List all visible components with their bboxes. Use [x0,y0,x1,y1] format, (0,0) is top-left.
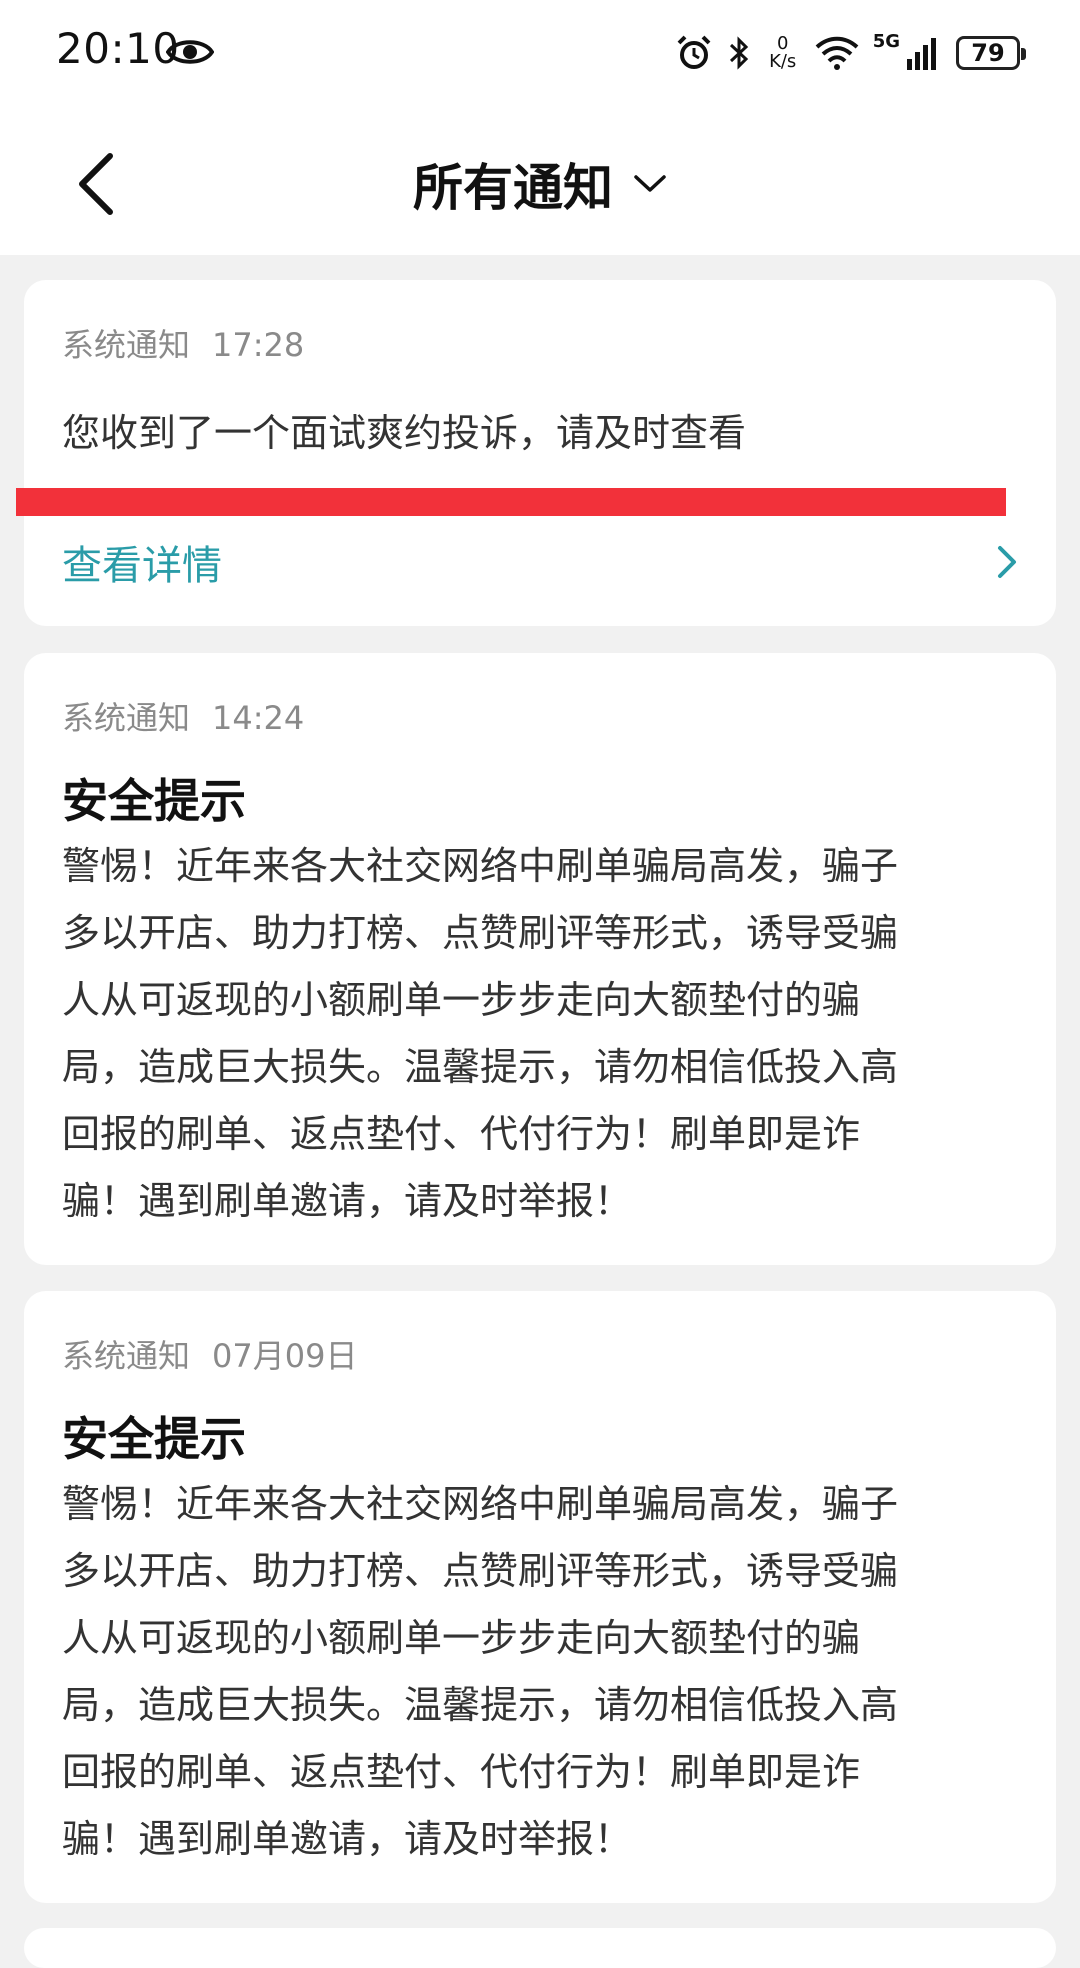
chevron-right-icon [998,546,1016,578]
notification-filter-dropdown[interactable]: 所有通知 [0,148,1080,220]
notification-text: 警惕！近年来各大社交网络中刷单骗局高发，骗子 多以开店、助力打榜、点赞刷评等形式… [62,1471,1022,1873]
top-app-bar: 所有通知 [0,110,1080,255]
notification-category: 系统通知 [62,326,191,364]
page-title: 所有通知 [413,159,613,217]
status-bar: 20:10 0 K/s 5G 79 [0,0,1080,110]
notification-line: 回报的刷单、返点垫付、代付行为！刷单即是诈 [62,1750,861,1794]
net-speed: 0 K/s [765,35,801,71]
wifi-icon [815,35,859,71]
bluetooth-icon [727,34,751,72]
notification-card-partial [24,1928,1056,1968]
eye-icon [165,34,215,70]
notification-title: 安全提示 [62,1412,246,1466]
notification-meta: 系统通知 07月09日 [62,1331,357,1377]
view-details-row[interactable]: 查看详情 [24,522,1056,602]
notification-time: 07月09日 [212,1337,358,1375]
notification-line: 多以开店、助力打榜、点赞刷评等形式，诱导受骗 [62,1549,899,1593]
notification-line: 局，造成巨大损失。温馨提示，请勿相信低投入高 [62,1683,899,1727]
notification-time: 14:24 [212,699,305,737]
notification-line: 回报的刷单、返点垫付、代付行为！刷单即是诈 [62,1112,861,1156]
notification-line: 人从可返现的小额刷单一步步走向大额垫付的骗 [62,978,861,1022]
notification-card: 系统通知 14:24 安全提示 警惕！近年来各大社交网络中刷单骗局高发，骗子 多以… [24,653,1056,1265]
notification-category: 系统通知 [62,1337,191,1375]
notification-category: 系统通知 [62,699,191,737]
notification-title: 安全提示 [62,774,246,828]
notification-time: 17:28 [212,326,305,364]
alarm-icon [675,34,713,72]
notification-line: 警惕！近年来各大社交网络中刷单骗局高发，骗子 [62,1482,899,1526]
battery-icon: 79 [956,36,1026,70]
notification-line: 局，造成巨大损失。温馨提示，请勿相信低投入高 [62,1045,899,1089]
notification-meta: 系统通知 14:24 [62,693,304,739]
view-details-link[interactable]: 查看详情 [62,533,222,591]
network-type: 5G [872,30,900,52]
chevron-down-icon [634,175,666,192]
notification-line: 骗！遇到刷单邀请，请及时举报！ [62,1817,633,1861]
notification-line: 多以开店、助力打榜、点赞刷评等形式，诱导受骗 [62,911,899,955]
notification-body: 您收到了一个面试爽约投诉，请及时查看 [62,411,747,455]
battery-level: 79 [971,39,1005,67]
redaction-bar [16,488,1006,516]
notification-line: 警惕！近年来各大社交网络中刷单骗局高发，骗子 [62,844,899,888]
notification-meta: 系统通知 17:28 [62,320,304,366]
notification-text: 警惕！近年来各大社交网络中刷单骗局高发，骗子 多以开店、助力打榜、点赞刷评等形式… [62,833,1022,1235]
status-icons: 0 K/s 5G 79 [675,30,1026,76]
notification-card: 系统通知 07月09日 安全提示 警惕！近年来各大社交网络中刷单骗局高发，骗子 多… [24,1291,1056,1903]
status-time: 20:10 [56,24,180,73]
notification-line: 人从可返现的小额刷单一步步走向大额垫付的骗 [62,1616,861,1660]
signal-icon [906,35,942,71]
notification-card: 系统通知 17:28 您收到了一个面试爽约投诉，请及时查看 查看详情 [24,280,1056,626]
notification-line: 骗！遇到刷单邀请，请及时举报！ [62,1179,633,1223]
net-speed-unit: K/s [769,51,797,72]
